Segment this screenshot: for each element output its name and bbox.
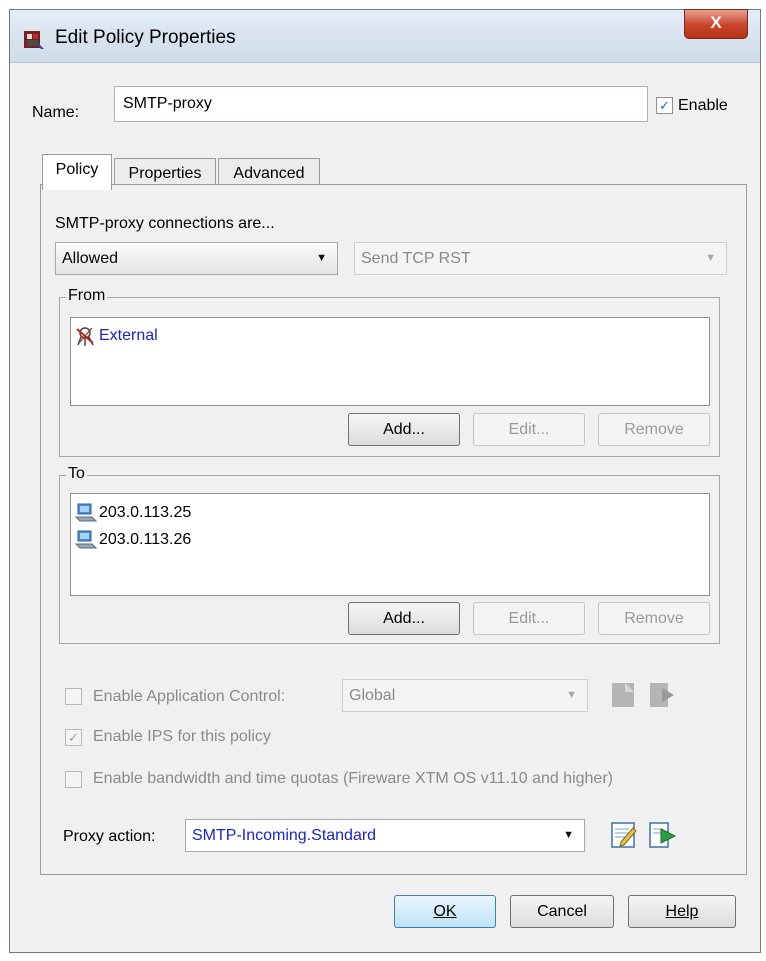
edit-policy-dialog: Edit Policy Properties X Name: SMTP-prox…	[9, 9, 761, 953]
connection-action-select[interactable]: Allowed ▼	[55, 242, 338, 275]
to-add-button[interactable]: Add...	[348, 602, 460, 635]
from-add-button[interactable]: Add...	[348, 413, 460, 446]
from-remove-button[interactable]: Remove	[598, 413, 710, 446]
app-control-select: Global ▼	[342, 679, 588, 712]
from-edit-button[interactable]: Edit...	[473, 413, 585, 446]
ok-label: OK	[433, 903, 457, 920]
to-group: To 203.0.113.25 203.0.113.26 Add... Edit…	[59, 465, 720, 644]
chevron-down-icon: ▼	[566, 689, 577, 701]
host-computer-icon	[75, 503, 97, 522]
clone-app-control-icon[interactable]	[647, 680, 677, 710]
ok-button[interactable]: OK	[394, 895, 496, 928]
proxy-action-value: SMTP-Incoming.Standard	[192, 827, 377, 844]
help-label: Help	[665, 903, 699, 920]
quotas-checkbox[interactable]	[65, 771, 82, 788]
quotas-label: Enable bandwidth and time quotas (Firewa…	[93, 770, 613, 787]
host-computer-icon	[75, 530, 97, 549]
reject-action-select: Send TCP RST ▼	[354, 242, 727, 275]
name-field[interactable]: SMTP-proxy	[114, 86, 648, 122]
ips-label: Enable IPS for this policy	[93, 728, 271, 745]
enable-label: Enable	[678, 97, 728, 114]
close-button[interactable]: X	[684, 9, 748, 39]
to-item-label: 203.0.113.26	[99, 531, 192, 548]
to-edit-button[interactable]: Edit...	[473, 602, 585, 635]
edit-proxy-action-icon[interactable]	[609, 820, 639, 850]
app-control-value: Global	[349, 687, 396, 704]
connection-action-value: Allowed	[62, 250, 119, 267]
to-legend: To	[66, 465, 87, 483]
close-x-icon: X	[710, 13, 722, 32]
to-remove-button[interactable]: Remove	[598, 602, 710, 635]
edit-app-control-icon[interactable]	[609, 680, 639, 710]
chevron-down-icon: ▼	[316, 252, 327, 264]
enable-checkbox[interactable]: ✓	[656, 97, 673, 114]
to-item-label: 203.0.113.25	[99, 504, 192, 521]
from-item-label: External	[99, 327, 158, 344]
title-bar[interactable]: Edit Policy Properties X	[10, 9, 760, 63]
chevron-down-icon: ▼	[563, 829, 574, 841]
chevron-down-icon: ▼	[705, 252, 716, 264]
name-label: Name:	[32, 104, 80, 121]
proxy-action-label: Proxy action:	[63, 828, 156, 845]
proxy-action-select[interactable]: SMTP-Incoming.Standard ▼	[185, 819, 585, 852]
connections-label: SMTP-proxy connections are...	[55, 215, 275, 232]
from-legend: From	[66, 287, 108, 305]
app-icon	[24, 31, 44, 49]
external-alias-icon	[76, 327, 94, 346]
to-list[interactable]: 203.0.113.25 203.0.113.26	[70, 493, 710, 596]
window-title: Edit Policy Properties	[55, 27, 236, 48]
tab-policy[interactable]: Policy	[42, 154, 112, 190]
from-list[interactable]: External	[70, 317, 710, 406]
app-control-checkbox[interactable]	[65, 688, 82, 705]
clone-proxy-action-icon[interactable]	[647, 820, 677, 850]
cancel-button[interactable]: Cancel	[510, 895, 614, 928]
ips-checkbox[interactable]: ✓	[65, 729, 82, 746]
help-button[interactable]: Help	[628, 895, 736, 928]
app-control-label: Enable Application Control:	[93, 688, 286, 705]
from-group: From External Add... Edit... Remove	[59, 287, 720, 457]
reject-action-value: Send TCP RST	[361, 250, 471, 267]
policy-tab-panel: SMTP-proxy connections are... Allowed ▼ …	[40, 184, 747, 875]
